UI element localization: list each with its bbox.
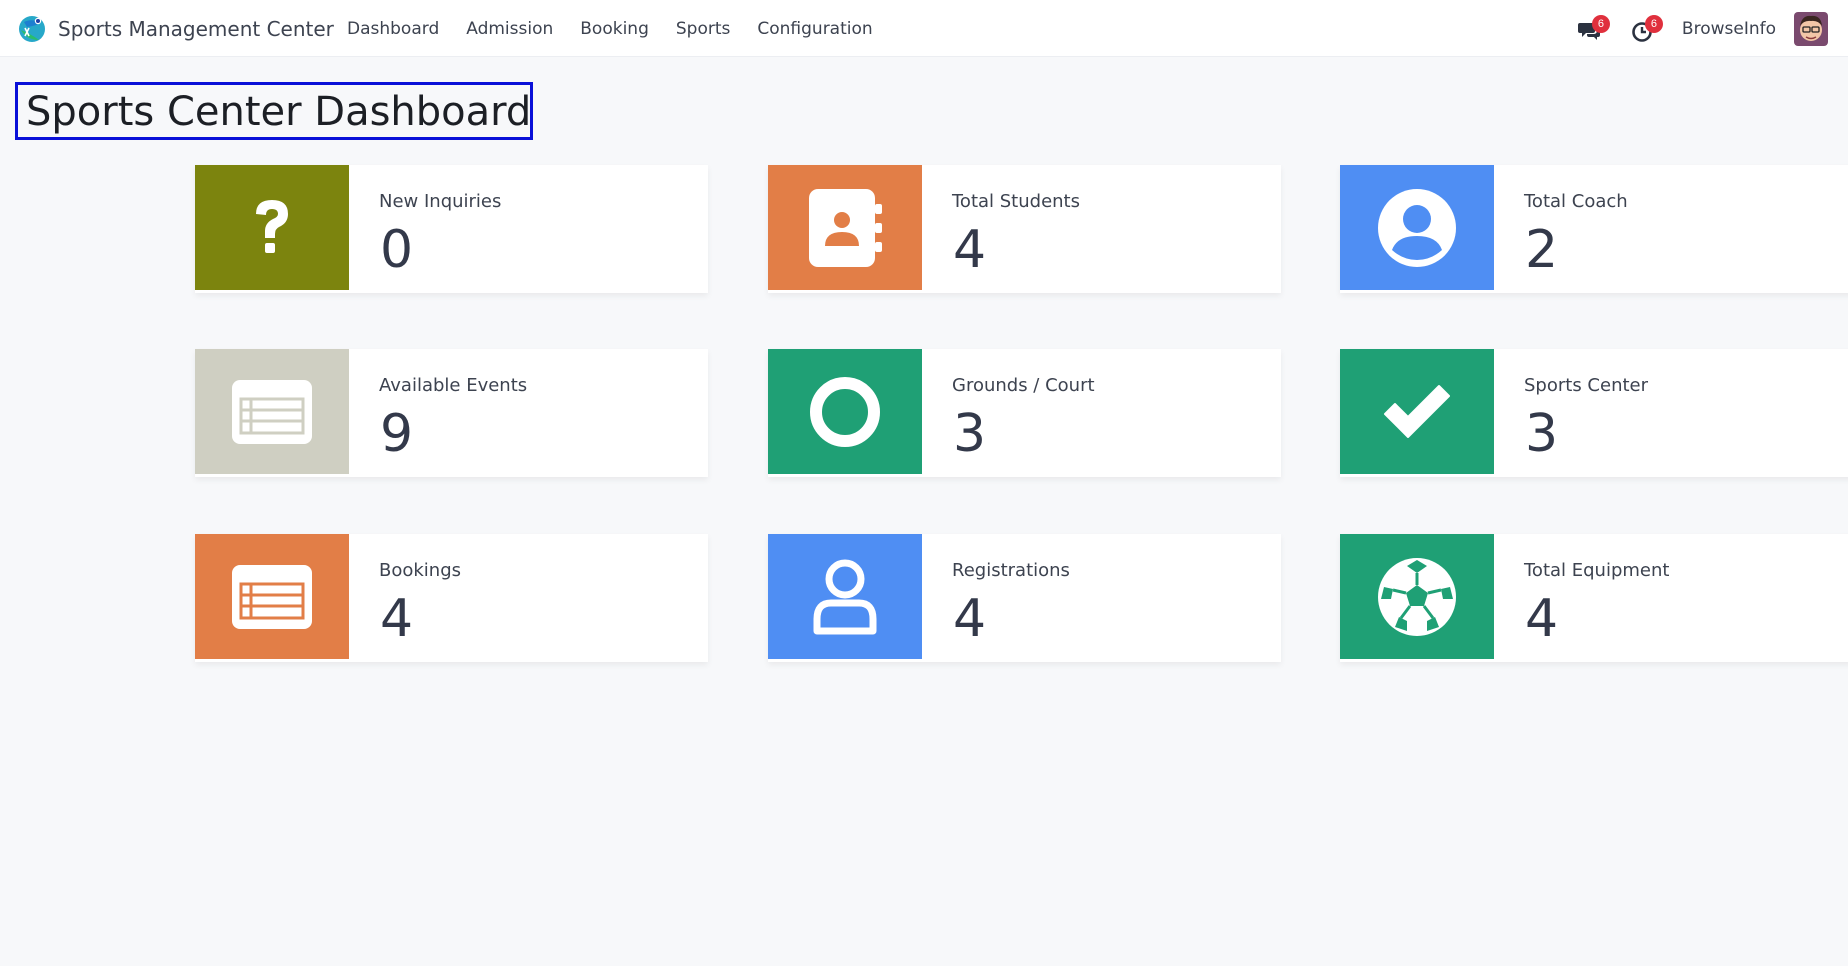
card-value: 3 [953,404,987,464]
question-icon [256,199,288,253]
list-icon [232,564,312,629]
top-navbar: Sports Management Center Dashboard Admis… [0,0,1848,57]
card-label: Total Students [952,191,1080,212]
card-value: 4 [953,589,987,649]
card-new-inquiries[interactable]: New Inquiries 0 [195,165,708,293]
card-total-coach[interactable]: Total Coach 2 [1340,165,1848,293]
card-value: 4 [953,220,987,280]
card-label: Total Coach [1524,191,1628,212]
messages-button[interactable]: 6 [1576,15,1610,43]
user-circle-icon [1378,188,1456,267]
card-tile [768,534,922,659]
card-tile [768,349,922,474]
card-total-equipment[interactable]: Total Equipment 4 [1340,534,1848,662]
menu-sports[interactable]: Sports [676,19,731,39]
card-grounds-court[interactable]: Grounds / Court 3 [768,349,1281,477]
list-icon [232,379,312,444]
card-label: New Inquiries [379,191,502,212]
card-tile [1340,165,1494,290]
card-label: Bookings [379,560,462,581]
card-value: 4 [380,589,414,649]
page-title-box: Sports Center Dashboard [15,82,533,140]
card-value: 3 [1525,404,1559,464]
app-brand-name[interactable]: Sports Management Center [58,17,334,41]
card-registrations[interactable]: Registrations 4 [768,534,1281,662]
card-tile [195,534,349,659]
menu-configuration[interactable]: Configuration [757,19,872,39]
systray: 6 6 BrowseInfo [1576,11,1828,47]
card-tile [1340,349,1494,474]
card-value: 0 [380,220,414,280]
card-sports-center[interactable]: Sports Center 3 [1340,349,1848,477]
card-tile [1340,534,1494,659]
address-book-icon [809,188,882,267]
card-tile [768,165,922,290]
card-label: Available Events [379,375,528,396]
card-tile [195,349,349,474]
activities-count-badge: 6 [1644,15,1663,33]
card-available-events[interactable]: Available Events 9 [195,349,708,477]
main-menu: Dashboard Admission Booking Sports Confi… [347,19,900,39]
messages-count-badge: 6 [1591,15,1610,33]
card-value: 9 [380,404,414,464]
card-label: Total Equipment [1524,560,1670,581]
card-bookings[interactable]: Bookings 4 [195,534,708,662]
card-label: Grounds / Court [952,375,1095,396]
card-total-students[interactable]: Total Students 4 [768,165,1281,293]
circle-icon [810,376,880,447]
check-icon [1384,384,1450,438]
activities-button[interactable]: 6 [1629,15,1663,43]
menu-admission[interactable]: Admission [466,19,553,39]
card-value: 2 [1525,220,1559,280]
company-switcher[interactable]: BrowseInfo [1682,19,1776,39]
card-label: Sports Center [1524,375,1649,396]
user-outline-icon [813,559,877,634]
menu-booking[interactable]: Booking [580,19,649,39]
user-avatar[interactable] [1794,12,1828,46]
app-logo-icon[interactable] [17,14,47,44]
card-value: 4 [1525,589,1559,649]
card-tile [195,165,349,290]
card-label: Registrations [952,560,1070,581]
page-title: Sports Center Dashboard [26,89,532,135]
soccer-ball-icon [1378,557,1456,636]
menu-dashboard[interactable]: Dashboard [347,19,439,39]
